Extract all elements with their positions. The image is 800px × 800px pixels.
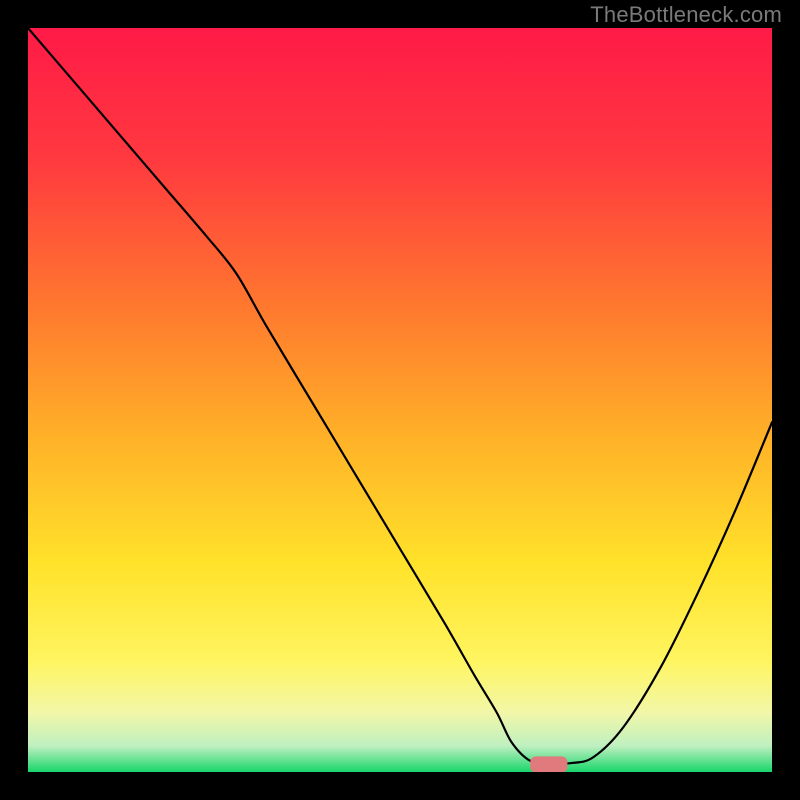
plot-area <box>28 28 772 772</box>
watermark-text: TheBottleneck.com <box>590 2 782 28</box>
optimal-marker <box>530 756 567 772</box>
chart-frame: TheBottleneck.com <box>0 0 800 800</box>
gradient-background <box>28 28 772 772</box>
chart-svg <box>28 28 772 772</box>
